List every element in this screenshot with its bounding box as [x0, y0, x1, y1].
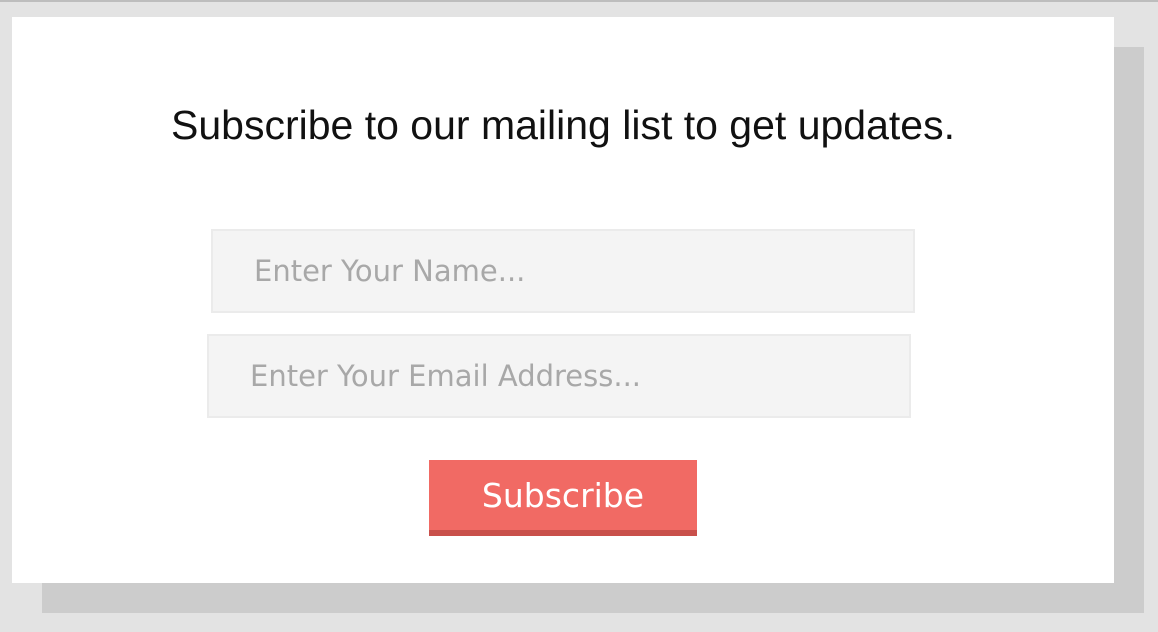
subscribe-heading: Subscribe to our mailing list to get upd… — [171, 102, 955, 148]
subscribe-button[interactable]: Subscribe — [429, 460, 697, 536]
subscribe-card: Subscribe to our mailing list to get upd… — [12, 17, 1114, 583]
email-input[interactable] — [207, 334, 911, 418]
name-input[interactable] — [211, 229, 915, 313]
window-top-border — [0, 0, 1158, 2]
